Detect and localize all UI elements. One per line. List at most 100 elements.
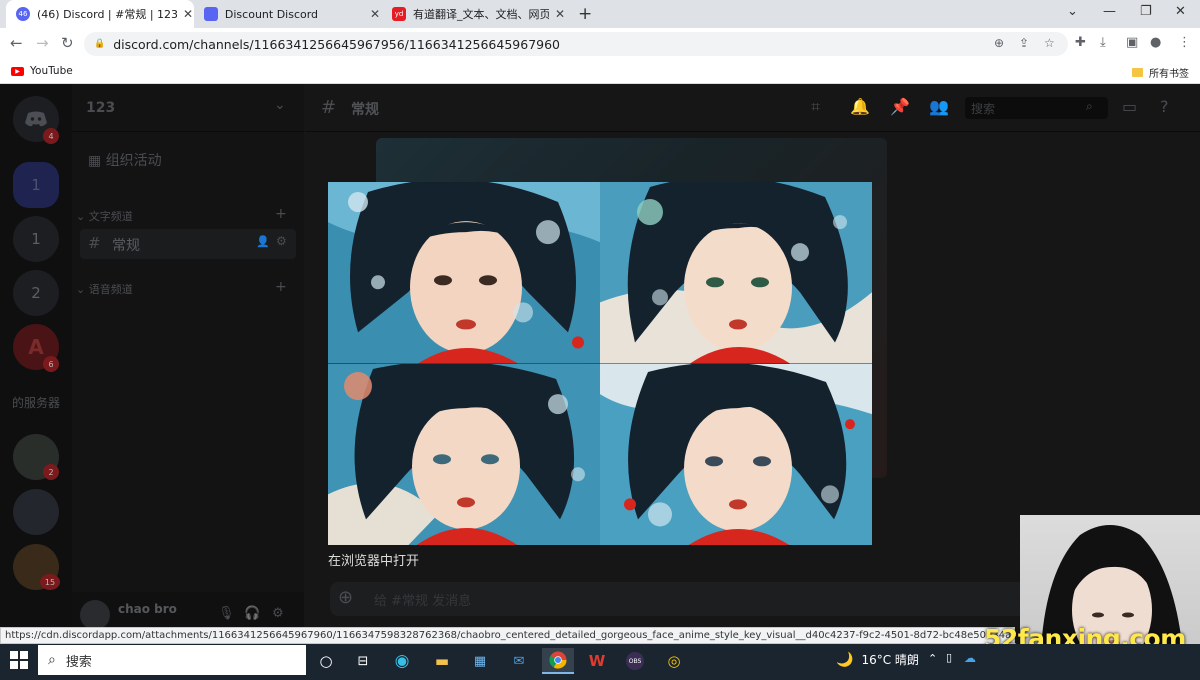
server-name: 123 bbox=[86, 100, 116, 116]
bell-icon[interactable]: 🔔 bbox=[850, 97, 870, 116]
menu-kebab-icon[interactable]: ⋮ bbox=[1178, 35, 1191, 50]
bookmark-youtube[interactable]: ▶ YouTube bbox=[11, 65, 73, 77]
zoom-icon[interactable]: ⊕ bbox=[994, 36, 1004, 50]
avatar[interactable] bbox=[80, 600, 110, 630]
onedrive-icon[interactable]: ☁ bbox=[964, 651, 976, 665]
lock-icon: 🔒 bbox=[94, 39, 106, 49]
new-tab-button[interactable]: + bbox=[578, 4, 592, 24]
back-arrow-icon[interactable]: ← bbox=[10, 34, 23, 52]
close-tab-icon[interactable]: ✕ bbox=[555, 7, 565, 21]
weather-text: 16°C 晴朗 bbox=[861, 653, 919, 667]
windows-start-icon[interactable] bbox=[10, 651, 28, 669]
channel-item-general[interactable]: # 常规 👤 ⚙ bbox=[80, 229, 296, 259]
share-icon[interactable]: ⇪ bbox=[1019, 36, 1029, 50]
header-channel-name: 常规 bbox=[351, 102, 379, 118]
search-icon: ⌕ bbox=[48, 652, 56, 668]
status-url-bar: https://cdn.discordapp.com/attachments/1… bbox=[0, 627, 1015, 644]
notification-badge: 2 bbox=[43, 464, 59, 480]
guild-item[interactable]: 2 bbox=[13, 270, 59, 316]
events-label: 组织活动 bbox=[105, 153, 162, 169]
folder-icon bbox=[1132, 68, 1143, 77]
category-label: 文字频道 bbox=[88, 210, 133, 223]
inbox-icon[interactable]: ▭ bbox=[1122, 97, 1137, 116]
grid-image-3 bbox=[328, 363, 600, 545]
gear-icon[interactable]: ⚙ bbox=[272, 606, 284, 621]
reload-icon[interactable]: ↻ bbox=[61, 34, 74, 52]
url-text: discord.com/channels/1166341256645967956… bbox=[113, 36, 561, 52]
mail-icon[interactable]: ✉ bbox=[505, 648, 533, 674]
file-explorer-icon[interactable]: ▬ bbox=[428, 648, 456, 674]
obs-icon[interactable]: OBS bbox=[621, 648, 649, 674]
taskbar-search[interactable]: ⌕ 搜索 bbox=[38, 645, 306, 675]
headphones-icon[interactable]: 🎧 bbox=[244, 606, 260, 621]
maximize-button[interactable]: ❐ bbox=[1140, 4, 1152, 19]
help-icon[interactable]: ? bbox=[1160, 97, 1169, 116]
tab-youdao[interactable]: yd 有道翻译_文本、文档、网页、在 ✕ bbox=[382, 0, 568, 28]
text-category[interactable]: ⌄ 文字频道 bbox=[76, 208, 133, 224]
all-bookmarks[interactable]: 所有书签 bbox=[1132, 65, 1189, 80]
youdao-tab-icon: yd bbox=[392, 7, 406, 21]
username: chao bro bbox=[118, 602, 177, 616]
channel-name: 常规 bbox=[112, 238, 140, 254]
tab-label: (46) Discord | #常规 | 123 bbox=[37, 8, 177, 21]
weather-widget[interactable]: 🌙 16°C 晴朗 bbox=[836, 651, 919, 668]
image-lightbox[interactable] bbox=[328, 182, 872, 545]
minimize-button[interactable]: — bbox=[1103, 4, 1116, 19]
add-attachment-icon[interactable]: ⊕ bbox=[338, 587, 353, 608]
wps-icon[interactable]: W bbox=[583, 648, 611, 674]
voice-category[interactable]: ⌄ 语音频道 bbox=[76, 281, 133, 297]
chevron-up-icon[interactable]: ⌃ bbox=[928, 652, 937, 665]
guild-item[interactable]: 1 bbox=[13, 162, 59, 208]
notification-badge: 4 bbox=[43, 128, 59, 144]
close-tab-icon[interactable]: ✕ bbox=[370, 7, 380, 21]
grid-image-4 bbox=[600, 363, 872, 545]
taskbar-search-label: 搜索 bbox=[65, 654, 92, 670]
all-bookmarks-label: 所有书签 bbox=[1149, 69, 1189, 80]
close-window-button[interactable]: ✕ bbox=[1175, 4, 1186, 19]
discord-tab-icon bbox=[204, 7, 218, 21]
members-icon[interactable]: 👥 bbox=[929, 97, 949, 116]
side-panel-icon[interactable]: ▣ bbox=[1126, 35, 1138, 50]
grid-image-1 bbox=[328, 182, 600, 364]
hashtag-icon: # bbox=[321, 97, 337, 118]
tab-search-chevron-icon[interactable]: ⌄ bbox=[1067, 4, 1078, 19]
tab-label: Discount Discord bbox=[224, 7, 319, 21]
hashtag-icon: # bbox=[88, 234, 101, 252]
microphone-icon[interactable]: 🎙 bbox=[218, 606, 235, 621]
bookmark-label: YouTube bbox=[30, 65, 73, 77]
weather-icon: 🌙 bbox=[836, 651, 854, 668]
invite-icon[interactable]: 👤 bbox=[256, 235, 270, 248]
youtube-icon: ▶ bbox=[11, 66, 24, 76]
chrome-icon[interactable] bbox=[542, 648, 574, 674]
pin-icon[interactable]: 📌 bbox=[890, 97, 910, 116]
edge-icon[interactable]: ◉ bbox=[388, 648, 416, 674]
tray-device-icon[interactable]: ▯ bbox=[946, 651, 952, 664]
guild-avatar[interactable] bbox=[13, 489, 59, 535]
servers-label: 的服务器 bbox=[12, 396, 61, 410]
tab-discount-discord[interactable]: Discount Discord ✕ bbox=[194, 0, 380, 28]
guild-item[interactable]: 1 bbox=[13, 216, 59, 262]
profile-avatar-icon[interactable]: ● bbox=[1150, 35, 1161, 50]
message-placeholder: 给 #常规 发消息 bbox=[374, 594, 472, 609]
widgets-icon[interactable]: ⊟ bbox=[349, 648, 377, 674]
extensions-icon[interactable]: ✚ bbox=[1075, 35, 1086, 50]
download-icon[interactable]: ⤓ bbox=[1100, 35, 1106, 50]
bookmarks-bar bbox=[0, 60, 1200, 84]
threads-icon[interactable]: ⌗ bbox=[811, 97, 820, 117]
task-view-icon[interactable]: ○ bbox=[312, 648, 340, 674]
store-icon[interactable]: ▦ bbox=[466, 648, 494, 674]
app-ring-icon[interactable]: ◎ bbox=[660, 648, 688, 674]
open-in-browser-link[interactable]: 在浏览器中打开 bbox=[328, 550, 419, 569]
add-channel-icon[interactable]: + bbox=[275, 279, 287, 295]
events-item[interactable]: ▦ 组织活动 bbox=[88, 150, 162, 170]
tab-discord[interactable]: 46 (46) Discord | #常规 | 123 ✕ bbox=[6, 0, 194, 28]
add-channel-icon[interactable]: + bbox=[275, 206, 287, 222]
forward-arrow-icon[interactable]: → bbox=[36, 34, 49, 52]
address-bar[interactable]: 🔒 discord.com/channels/11663412566459679… bbox=[84, 32, 1068, 56]
gear-icon[interactable]: ⚙ bbox=[276, 234, 287, 248]
server-header[interactable]: 123 ⌄ bbox=[72, 84, 304, 132]
grid-image-2 bbox=[600, 182, 872, 364]
close-tab-icon[interactable]: ✕ bbox=[183, 7, 193, 21]
discord-tab-icon: 46 bbox=[16, 7, 30, 21]
bookmark-star-icon[interactable]: ☆ bbox=[1044, 36, 1055, 50]
